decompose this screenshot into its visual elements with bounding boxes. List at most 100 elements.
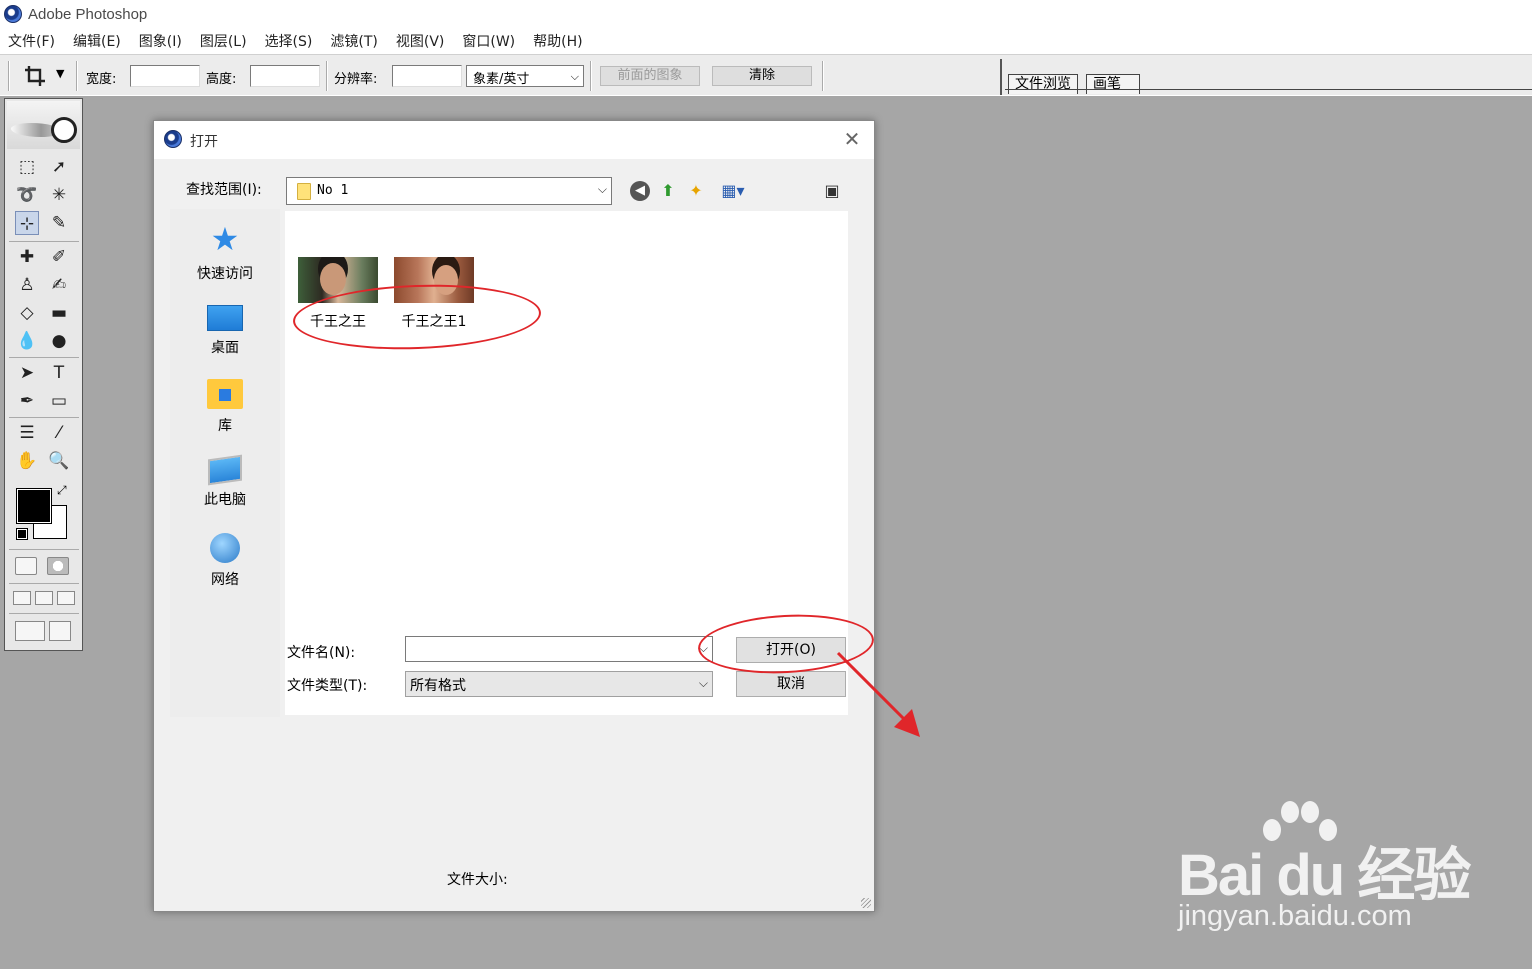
toolbox-divider: [9, 613, 79, 614]
star-icon: ★: [210, 220, 240, 258]
menu-window[interactable]: 窗口(W): [462, 31, 515, 51]
hand-tool-icon[interactable]: ✋: [15, 449, 39, 473]
menu-edit[interactable]: 编辑(E): [73, 31, 121, 51]
menu-layer[interactable]: 图层(L): [200, 31, 247, 51]
options-bar: ▼ 宽度: 高度: 分辨率: 象素/英寸 ⌵ 前面的图象 清除 文件浏览 画笔: [0, 54, 1532, 96]
menu-help[interactable]: 帮助(H): [533, 31, 582, 51]
resolution-unit-select[interactable]: 象素/英寸 ⌵: [466, 65, 584, 87]
quick-mask-mode-icon[interactable]: [47, 557, 69, 575]
tab-brushes[interactable]: 画笔: [1086, 74, 1140, 94]
lasso-tool-icon[interactable]: ➰: [15, 183, 39, 207]
shape-tool-icon[interactable]: ▭: [47, 389, 71, 413]
eye-logo-icon[interactable]: [51, 117, 77, 143]
default-colors-icon[interactable]: [16, 528, 28, 540]
toolbox-divider: [9, 549, 79, 550]
healing-brush-icon[interactable]: ✚: [15, 245, 39, 269]
options-divider: [8, 61, 10, 91]
slice-tool-icon[interactable]: ✎: [47, 211, 71, 235]
resolution-input[interactable]: [392, 65, 462, 87]
resolution-unit-value: 象素/英寸: [473, 72, 530, 87]
tab-file-browser[interactable]: 文件浏览: [1008, 74, 1078, 94]
menu-select[interactable]: 选择(S): [265, 31, 313, 51]
front-image-button[interactable]: 前面的图象: [600, 66, 700, 86]
imageready-icon[interactable]: [49, 621, 71, 641]
foreground-color-swatch[interactable]: [16, 488, 52, 524]
filetype-value: 所有格式: [410, 678, 466, 694]
move-tool-icon[interactable]: ➚: [47, 155, 71, 179]
menu-image[interactable]: 图象(I): [139, 31, 182, 51]
type-tool-icon[interactable]: T: [47, 361, 71, 385]
height-input[interactable]: [250, 65, 320, 87]
close-icon[interactable]: ✕: [840, 127, 864, 151]
place-quick-access[interactable]: ★ 快速访问: [170, 221, 280, 283]
place-network[interactable]: 网络: [170, 529, 280, 589]
folder-icon: [297, 183, 311, 200]
standard-mode-icon[interactable]: [15, 557, 37, 575]
place-label: 网络: [211, 572, 239, 588]
desktop-icon: [207, 305, 243, 331]
width-label: 宽度:: [86, 72, 117, 87]
palette-well-baseline: [1005, 89, 1532, 90]
pen-tool-icon[interactable]: ✒: [15, 389, 39, 413]
dialog-titlebar: 打开 ✕: [154, 121, 874, 159]
filename-input[interactable]: ⌵: [405, 636, 713, 662]
new-folder-icon[interactable]: ✦: [686, 181, 706, 201]
screen-mode-standard-icon[interactable]: [13, 591, 31, 605]
path-select-icon[interactable]: ➤: [15, 361, 39, 385]
toolbox-divider: [9, 241, 79, 242]
menu-file[interactable]: 文件(F): [8, 31, 55, 51]
baidu-watermark: Bai du 经验 jingyan.baidu.com: [1170, 800, 1500, 940]
swap-colors-icon[interactable]: ⤢: [57, 483, 67, 498]
gradient-tool-icon[interactable]: ▬: [47, 301, 71, 325]
brush-tool-icon[interactable]: ✐: [47, 245, 71, 269]
look-in-select[interactable]: No 1 ⌵: [286, 177, 612, 205]
jump-to-imageready-icon[interactable]: [15, 621, 45, 641]
clear-button[interactable]: 清除: [712, 66, 812, 86]
crop-tool-icon[interactable]: ⊹: [15, 211, 39, 235]
open-dialog: 打开 ✕ 查找范围(I): No 1 ⌵ ◀ ⬆ ✦ ▦▾ ▣ ★ 快速访问 桌…: [153, 120, 920, 912]
place-library[interactable]: 库: [170, 375, 280, 435]
options-divider: [326, 61, 328, 91]
computer-icon: [208, 454, 242, 486]
magic-wand-icon[interactable]: ✳: [47, 183, 71, 207]
place-desktop[interactable]: 桌面: [170, 299, 280, 357]
place-this-pc[interactable]: 此电脑: [170, 453, 280, 509]
dodge-tool-icon[interactable]: ●: [47, 329, 71, 353]
tool-preset-chevron-icon[interactable]: ▼: [56, 67, 64, 80]
cancel-button[interactable]: 取消: [736, 671, 846, 697]
crop-tool-icon[interactable]: [24, 65, 46, 87]
eraser-tool-icon[interactable]: ◇: [15, 301, 39, 325]
eyedropper-icon[interactable]: ⁄: [47, 421, 71, 445]
marquee-tool-icon[interactable]: ⬚: [15, 155, 39, 179]
photoshop-logo-icon: [164, 130, 182, 148]
toolbox-header: [7, 101, 80, 149]
history-brush-icon[interactable]: ✍: [47, 273, 71, 297]
place-label: 桌面: [211, 340, 239, 356]
menu-filter[interactable]: 滤镜(T): [330, 31, 377, 51]
filename-label: 文件名(N):: [287, 645, 356, 661]
up-folder-icon[interactable]: ⬆: [658, 181, 678, 201]
photoshop-logo-icon: [4, 5, 22, 23]
app-titlebar: Adobe Photoshop: [0, 0, 1532, 28]
height-label: 高度:: [206, 72, 237, 87]
folder-star-icon[interactable]: ▣: [822, 181, 842, 201]
menu-view[interactable]: 视图(V): [396, 31, 445, 51]
look-in-value: No 1: [317, 183, 349, 198]
width-input[interactable]: [130, 65, 200, 87]
network-icon: [210, 533, 240, 563]
clone-stamp-icon[interactable]: ♙: [15, 273, 39, 297]
annotation-arrow-icon: [836, 651, 920, 737]
place-label: 快速访问: [197, 266, 253, 282]
blur-tool-icon[interactable]: 💧: [15, 329, 39, 353]
view-menu-icon[interactable]: ▦▾: [716, 181, 750, 201]
toolbox-divider: [9, 583, 79, 584]
filetype-select[interactable]: 所有格式 ⌵: [405, 671, 713, 697]
resize-grip-icon[interactable]: [861, 898, 871, 908]
back-arrow-icon[interactable]: ◀: [630, 181, 650, 201]
screen-mode-full-icon[interactable]: [57, 591, 75, 605]
notes-tool-icon[interactable]: ☰: [15, 421, 39, 445]
toolbox-divider: [9, 357, 79, 358]
screen-mode-menu-icon[interactable]: [35, 591, 53, 605]
zoom-tool-icon[interactable]: 🔍: [47, 449, 71, 473]
menu-bar: 文件(F) 编辑(E) 图象(I) 图层(L) 选择(S) 滤镜(T) 视图(V…: [0, 28, 1532, 54]
